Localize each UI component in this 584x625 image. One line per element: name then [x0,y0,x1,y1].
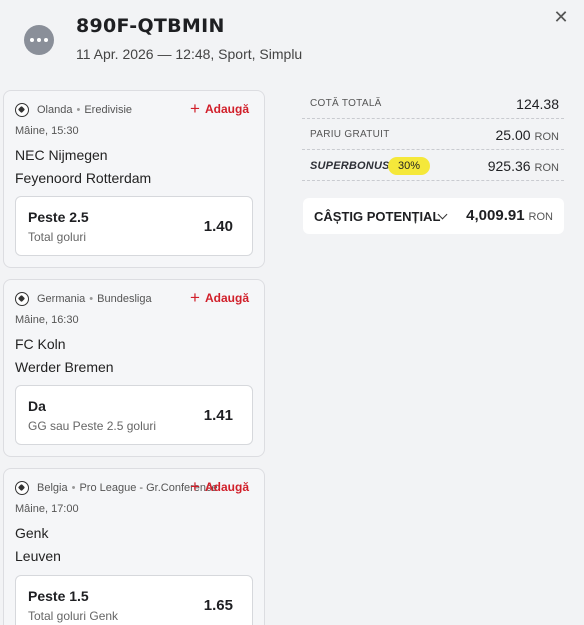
selection-name: Peste 1.5 [28,588,89,604]
plus-icon: + [190,288,200,307]
ticket-summary: COTĂ TOTALĂ 124.38 PARIU GRATUIT 25.00 RO… [302,88,564,181]
add-button[interactable]: + Adaugă [190,99,249,118]
league-info: Belgia • Pro League - Gr.Conference [15,481,218,495]
total-odds-row: COTĂ TOTALĂ 124.38 [302,88,564,119]
home-team: FC Koln [15,336,66,352]
total-odds-label: COTĂ TOTALĂ [310,98,382,109]
add-button-label: Adaugă [204,102,249,116]
selection-box[interactable]: Peste 2.5 Total goluri 1.40 [15,196,253,256]
plus-icon: + [190,99,200,118]
currency: RON [534,131,559,143]
home-team: NEC Nijmegen [15,147,108,163]
superbonus-badge: 30% [388,157,431,175]
superbonus-label: SUPERBONUS [310,160,390,172]
add-button-label: Adaugă [204,480,249,494]
free-bet-row: PARIU GRATUIT 25.00 RON [302,119,564,150]
football-icon [15,103,29,117]
potential-win-toggle[interactable]: CÂȘTIG POTENȚIAL 4,009.91 RON [303,198,564,234]
selection-box[interactable]: Peste 1.5 Total goluri Genk 1.65 [15,575,253,625]
potential-win-label: CÂȘTIG POTENȚIAL [314,209,441,224]
superbonus-row: SUPERBONUS 30% 925.36 RON [302,150,564,181]
selection-market: GG sau Peste 2.5 goluri [28,419,157,433]
selection-box[interactable]: Da GG sau Peste 2.5 goluri 1.41 [15,385,253,445]
league-info: Olanda • Eredivisie [15,103,132,117]
superbonus-amount: 925.36 [487,158,531,174]
selection-name: Peste 2.5 [28,209,89,225]
currency: RON [528,211,553,223]
separator-dot: • [76,104,81,116]
event-time: Mâine, 17:00 [15,503,79,515]
selection-name: Da [28,398,46,414]
league-info: Germania • Bundesliga [15,292,152,306]
football-icon [15,292,29,306]
league-country: Germania [37,293,86,305]
selection-odd: 1.41 [203,407,233,424]
football-icon [15,481,29,495]
event-time: Mâine, 15:30 [15,125,79,137]
league-country: Belgia [37,482,68,494]
away-team: Leuven [15,548,61,564]
away-team: Feyenoord Rotterdam [15,170,152,186]
selection-odd: 1.65 [203,597,233,614]
event-time: Mâine, 16:30 [15,314,79,326]
potential-win-amount: 4,009.91 [466,207,525,224]
add-button[interactable]: + Adaugă [190,477,249,496]
add-button-label: Adaugă [204,291,249,305]
league-country: Olanda [37,104,73,116]
away-team: Werder Bremen [15,359,114,375]
selection-market: Total goluri [28,230,87,244]
selection-market: Total goluri Genk [28,609,119,623]
ticket-header: 890F-QTBMIN 11 Apr. 2026 — 12:48, Sport,… [0,0,584,80]
separator-dot: • [89,293,94,305]
event-card: Olanda • Eredivisie + Adaugă Mâine, 15:3… [3,90,265,268]
free-bet-label: PARIU GRATUIT [310,129,390,140]
ticket-id: 890F-QTBMIN [76,15,225,37]
selection-odd: 1.40 [203,218,233,235]
event-card: Germania • Bundesliga + Adaugă Mâine, 16… [3,279,265,457]
free-bet-value: 25.00 RON [496,127,560,143]
event-card: Belgia • Pro League - Gr.Conference + Ad… [3,468,265,625]
add-button[interactable]: + Adaugă [190,288,249,307]
league-competition: Bundesliga [97,293,152,305]
more-dots-icon[interactable] [24,25,54,55]
ticket-meta: 11 Apr. 2026 — 12:48, Sport, Simplu [76,46,303,62]
superbonus-value: 925.36 RON [488,158,559,174]
separator-dot: • [71,482,76,494]
home-team: Genk [15,525,49,541]
free-bet-amount: 25.00 [495,127,531,143]
league-competition: Eredivisie [84,104,133,116]
close-icon[interactable]: ✕ [552,8,570,26]
currency: RON [534,162,559,174]
total-odds-value: 124.38 [516,96,559,112]
plus-icon: + [190,477,200,496]
potential-win-value: 4,009.91 RON [466,207,553,224]
